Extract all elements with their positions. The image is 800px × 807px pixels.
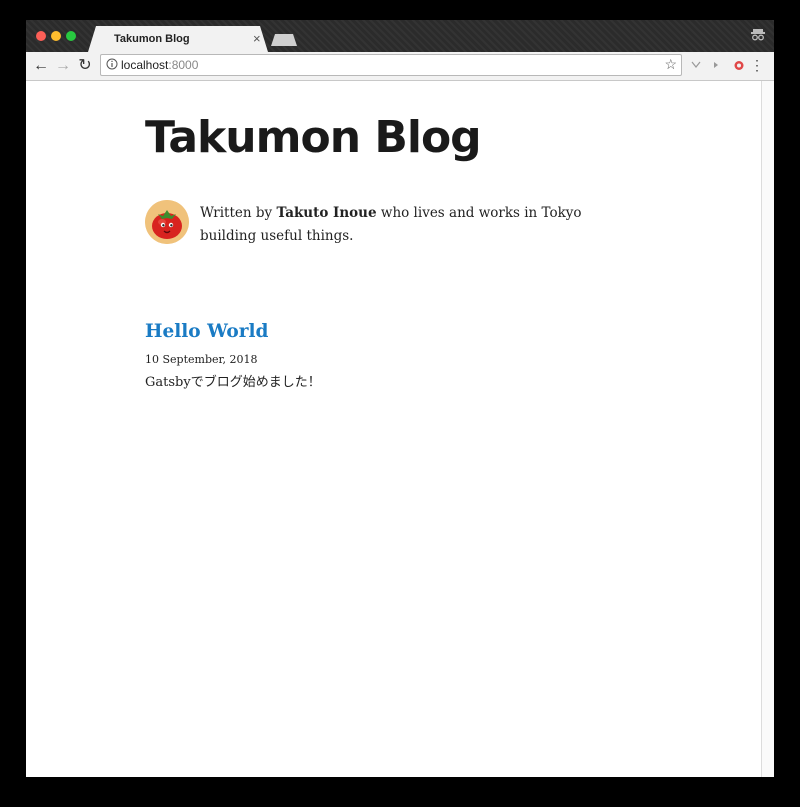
post-date: 10 September, 2018 [145, 353, 258, 366]
bio-prefix: Written by [200, 205, 277, 221]
browser-window: Takumon Blog × ← → ↻ localhost:8000 ☆ ⋮ … [26, 20, 774, 777]
post-title-link[interactable]: Hello World [145, 321, 321, 342]
tab-close-icon[interactable]: × [253, 31, 261, 46]
author-name: Takuto Inoue [276, 205, 377, 221]
info-icon[interactable] [106, 58, 118, 70]
close-window-button[interactable] [36, 31, 46, 41]
new-tab-button[interactable] [271, 34, 297, 46]
bio-text: Written by Takuto Inoue who lives and wo… [200, 202, 620, 248]
extension-icon[interactable] [690, 59, 702, 71]
site-title[interactable]: Takumon Blog [145, 112, 482, 163]
browser-toolbar: ← → ↻ localhost:8000 ☆ ⋮ [26, 52, 774, 81]
tomato-avatar-icon [145, 200, 189, 244]
page-scrollbar[interactable] [761, 81, 774, 777]
tab-takumon-blog[interactable]: Takumon Blog × [88, 26, 268, 52]
reload-icon[interactable]: ↻ [76, 57, 94, 75]
extension-play-icon[interactable] [710, 59, 722, 71]
extension-tomato-icon[interactable] [733, 59, 745, 71]
browser-menu-icon[interactable]: ⋮ [750, 57, 764, 73]
url-host: localhost [121, 58, 169, 72]
incognito-icon [751, 29, 765, 41]
tab-title: Takumon Blog [114, 33, 190, 45]
maximize-window-button[interactable] [66, 31, 76, 41]
address-bar[interactable]: localhost:8000 ☆ [100, 54, 682, 76]
url-text: localhost:8000 [121, 58, 198, 72]
post-item: Hello World 10 September, 2018 Gatsbyでブロ… [145, 321, 321, 390]
back-arrow-icon[interactable]: ← [32, 57, 50, 75]
url-port: :8000 [168, 58, 199, 72]
post-excerpt: Gatsbyでブログ始めました！ [145, 375, 321, 390]
forward-arrow-icon[interactable]: → [54, 57, 72, 75]
bookmark-star-icon[interactable]: ☆ [664, 56, 677, 73]
minimize-window-button[interactable] [51, 31, 61, 41]
author-avatar [145, 200, 189, 244]
tab-bar: Takumon Blog × [26, 20, 774, 52]
